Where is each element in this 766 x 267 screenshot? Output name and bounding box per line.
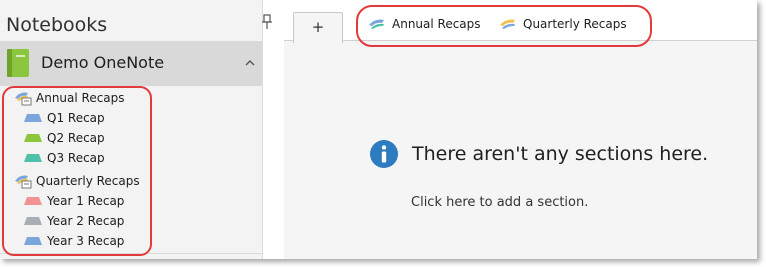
onenote-window: Notebooks Demo OneNote Annual Recaps Q1 … bbox=[0, 0, 757, 259]
section-label: Year 3 Recap bbox=[47, 234, 125, 248]
sections-area: + Annual Recaps Quarterly Recaps There a… bbox=[284, 0, 757, 259]
notebooks-pane: Notebooks Demo OneNote Annual Recaps Q1 … bbox=[0, 0, 263, 259]
tab-group-quarterly-recaps[interactable]: Quarterly Recaps bbox=[499, 14, 627, 34]
info-icon bbox=[370, 140, 398, 168]
section-year-1-recap[interactable]: Year 1 Recap bbox=[24, 191, 174, 211]
section-group-icon bbox=[15, 92, 32, 106]
add-section-link[interactable]: Click here to add a section. bbox=[411, 195, 588, 210]
section-group-label: Quarterly Recaps bbox=[36, 174, 140, 188]
section-group-annual-recaps[interactable]: Annual Recaps bbox=[14, 88, 164, 108]
section-tab-icon bbox=[24, 134, 42, 142]
section-group-label: Annual Recaps bbox=[36, 91, 125, 105]
section-tab-icon bbox=[24, 237, 42, 245]
section-group-icon bbox=[500, 19, 515, 29]
section-label: Q1 Recap bbox=[47, 111, 105, 125]
notebook-header-demo-onenote[interactable]: Demo OneNote bbox=[0, 41, 262, 86]
notebook-icon bbox=[7, 49, 29, 77]
section-label: Q3 Recap bbox=[47, 151, 105, 165]
section-tab-icon bbox=[24, 217, 42, 225]
sidebar-divider bbox=[0, 253, 262, 254]
section-tab-icon bbox=[24, 197, 42, 205]
tab-group-annual-recaps[interactable]: Annual Recaps bbox=[368, 14, 481, 34]
add-section-tab[interactable]: + bbox=[293, 12, 343, 43]
section-year-3-recap[interactable]: Year 3 Recap bbox=[24, 231, 174, 251]
section-group-icon bbox=[15, 175, 32, 189]
section-tab-icon bbox=[24, 154, 42, 162]
tab-group-label: Annual Recaps bbox=[392, 17, 481, 31]
section-q3-recap[interactable]: Q3 Recap bbox=[24, 148, 174, 168]
section-tab-bar: + Annual Recaps Quarterly Recaps bbox=[284, 0, 757, 43]
empty-state-message: There aren't any sections here. bbox=[412, 143, 709, 165]
section-q1-recap[interactable]: Q1 Recap bbox=[24, 108, 174, 128]
section-group-quarterly-recaps[interactable]: Quarterly Recaps bbox=[14, 171, 164, 191]
section-label: Q2 Recap bbox=[47, 131, 105, 145]
section-group-icon bbox=[369, 19, 384, 29]
section-tab-icon bbox=[24, 114, 42, 122]
tab-group-label: Quarterly Recaps bbox=[523, 17, 627, 31]
section-label: Year 1 Recap bbox=[47, 194, 125, 208]
notebooks-title: Notebooks bbox=[6, 14, 108, 36]
section-label: Year 2 Recap bbox=[47, 214, 125, 228]
section-year-2-recap[interactable]: Year 2 Recap bbox=[24, 211, 174, 231]
chevron-up-icon[interactable] bbox=[245, 59, 255, 67]
section-q2-recap[interactable]: Q2 Recap bbox=[24, 128, 174, 148]
pin-icon[interactable] bbox=[262, 14, 272, 30]
notebook-name: Demo OneNote bbox=[41, 53, 165, 72]
